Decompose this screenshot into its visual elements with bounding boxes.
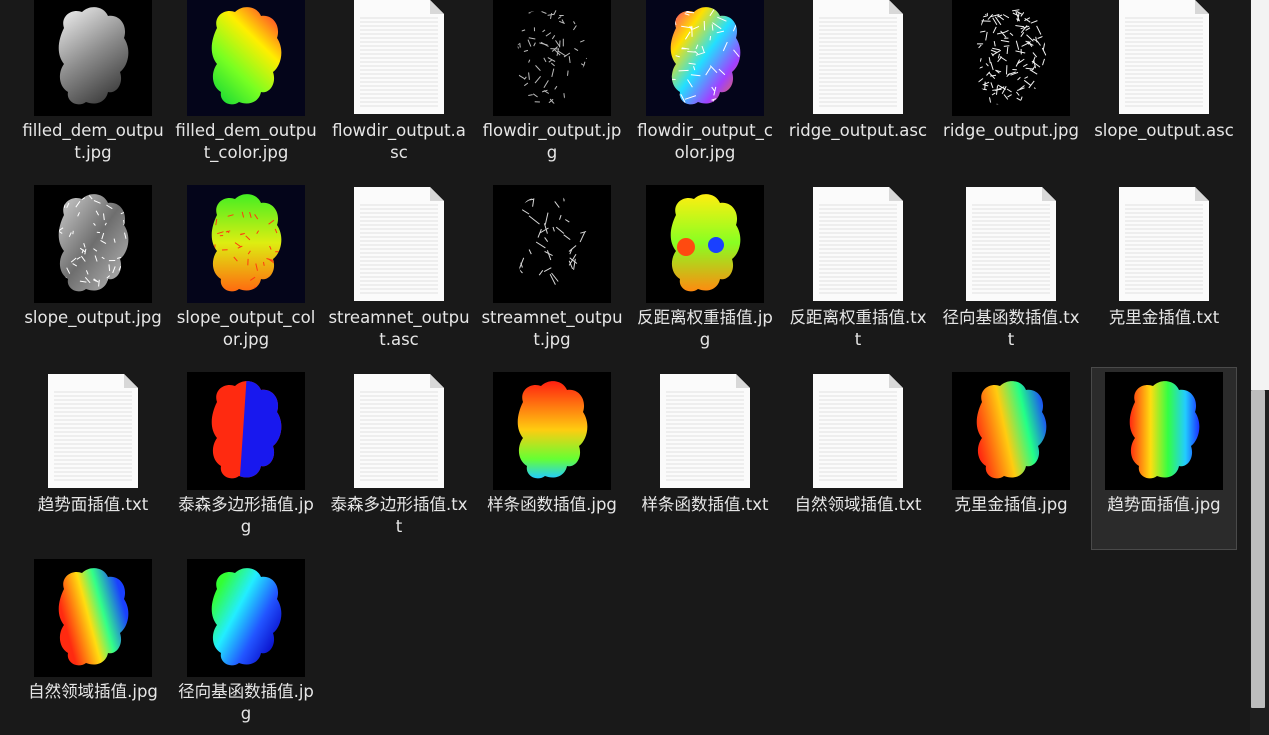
scrollbar-top-region[interactable] xyxy=(1251,0,1269,390)
image-thumbnail xyxy=(952,0,1070,116)
file-name: 径向基函数插值.jpg xyxy=(178,682,314,723)
file-name: filled_dem_output.jpg xyxy=(22,121,164,162)
file-name: 泰森多边形插值.txt xyxy=(330,495,468,536)
image-thumbnail xyxy=(34,559,152,677)
file-item[interactable]: 克里金插值.jpg xyxy=(938,367,1084,550)
file-name: slope_output_color.jpg xyxy=(176,308,316,349)
text-document-icon xyxy=(340,372,458,490)
file-item[interactable]: slope_output.asc xyxy=(1091,0,1237,176)
text-document-icon xyxy=(799,0,917,116)
image-thumbnail xyxy=(187,0,305,116)
image-thumbnail xyxy=(34,185,152,303)
file-item[interactable]: 样条函数插值.jpg xyxy=(479,367,625,550)
text-document-icon xyxy=(340,0,458,116)
image-thumbnail xyxy=(952,372,1070,490)
image-thumbnail xyxy=(646,0,764,116)
file-item[interactable]: 自然领域插值.txt xyxy=(785,367,931,550)
text-document-icon xyxy=(34,372,152,490)
file-name: 径向基函数插值.txt xyxy=(942,308,1080,349)
file-name: slope_output.jpg xyxy=(24,308,162,327)
text-document-icon xyxy=(799,185,917,303)
file-item[interactable]: flowdir_output.jpg xyxy=(479,0,625,176)
file-name: flowdir_output_color.jpg xyxy=(637,121,773,162)
file-item[interactable]: 趋势面插值.txt xyxy=(20,367,166,550)
file-item[interactable]: filled_dem_output_color.jpg xyxy=(173,0,319,176)
file-item[interactable]: ridge_output.jpg xyxy=(938,0,1084,176)
file-name: 自然领域插值.txt xyxy=(794,495,922,514)
file-item[interactable]: flowdir_output.asc xyxy=(326,0,472,176)
file-item[interactable]: 自然领域插值.jpg xyxy=(20,554,166,735)
file-name: 克里金插值.txt xyxy=(1108,308,1220,327)
text-document-icon xyxy=(340,185,458,303)
file-name: ridge_output.asc xyxy=(788,121,928,140)
file-name: 克里金插值.jpg xyxy=(954,495,1068,514)
scrollbar-thumb[interactable] xyxy=(1251,390,1265,708)
file-item[interactable]: 反距离权重插值.jpg xyxy=(632,180,778,363)
text-document-icon xyxy=(646,372,764,490)
file-item[interactable]: 泰森多边形插值.jpg xyxy=(173,367,319,550)
file-name: 反距离权重插值.txt xyxy=(789,308,927,349)
file-item[interactable]: 泰森多边形插值.txt xyxy=(326,367,472,550)
file-item[interactable]: filled_dem_output.jpg xyxy=(20,0,166,176)
file-name: 趋势面插值.txt xyxy=(37,495,149,514)
text-document-icon xyxy=(952,185,1070,303)
file-item[interactable]: 样条函数插值.txt xyxy=(632,367,778,550)
file-item[interactable]: streamnet_output.jpg xyxy=(479,180,625,363)
file-item[interactable]: 径向基函数插值.jpg xyxy=(173,554,319,735)
file-name: streamnet_output.asc xyxy=(328,308,470,349)
file-item[interactable]: flowdir_output_color.jpg xyxy=(632,0,778,176)
text-document-icon xyxy=(799,372,917,490)
file-item[interactable]: ridge_output.asc xyxy=(785,0,931,176)
file-name: flowdir_output.asc xyxy=(332,121,466,162)
file-item[interactable]: 趋势面插值.jpg xyxy=(1091,367,1237,550)
file-name: streamnet_output.jpg xyxy=(481,308,623,349)
file-name: 样条函数插值.txt xyxy=(641,495,769,514)
file-item[interactable]: streamnet_output.asc xyxy=(326,180,472,363)
image-thumbnail xyxy=(493,185,611,303)
image-thumbnail xyxy=(34,0,152,116)
file-name: 自然领域插值.jpg xyxy=(28,682,158,701)
file-name: 反距离权重插值.jpg xyxy=(637,308,773,349)
file-item[interactable]: 径向基函数插值.txt xyxy=(938,180,1084,363)
file-item[interactable]: slope_output.jpg xyxy=(20,180,166,363)
image-thumbnail xyxy=(1105,372,1223,490)
file-name: ridge_output.jpg xyxy=(943,121,1079,140)
image-thumbnail xyxy=(493,0,611,116)
image-thumbnail xyxy=(187,372,305,490)
image-thumbnail xyxy=(187,185,305,303)
file-item[interactable]: 反距离权重插值.txt xyxy=(785,180,931,363)
file-item[interactable]: slope_output_color.jpg xyxy=(173,180,319,363)
file-name: flowdir_output.jpg xyxy=(482,121,622,162)
file-name: slope_output.asc xyxy=(1094,121,1234,140)
file-item[interactable]: 克里金插值.txt xyxy=(1091,180,1237,363)
file-name: 泰森多边形插值.jpg xyxy=(178,495,314,536)
image-thumbnail xyxy=(646,185,764,303)
text-document-icon xyxy=(1105,0,1223,116)
file-grid: filled_dem_output.jpg filled_dem_output_c… xyxy=(0,0,1250,735)
file-name: filled_dem_output_color.jpg xyxy=(175,121,317,162)
text-document-icon xyxy=(1105,185,1223,303)
file-name: 趋势面插值.jpg xyxy=(1107,495,1221,514)
image-thumbnail xyxy=(493,372,611,490)
file-name: 样条函数插值.jpg xyxy=(487,495,617,514)
image-thumbnail xyxy=(187,559,305,677)
